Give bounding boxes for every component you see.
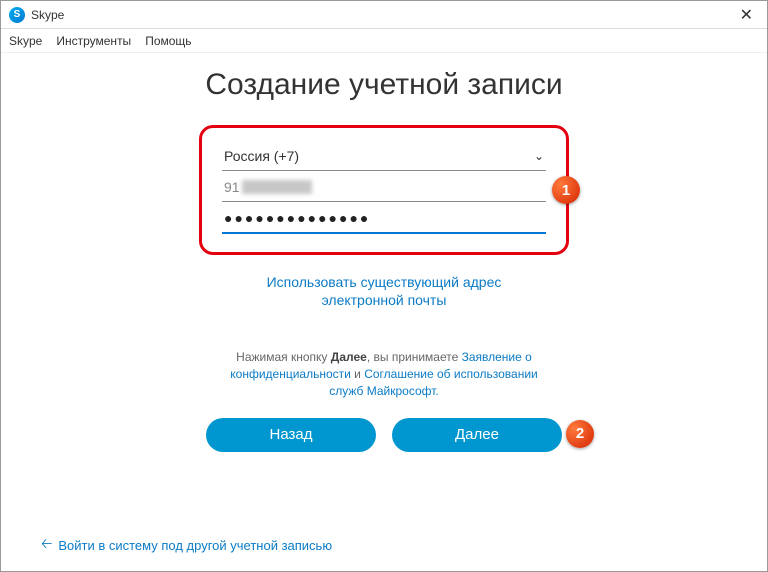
content-area: Создание учетной записи 1 Россия (+7) ⌄ … [1,53,767,571]
privacy-link[interactable]: Заявление о [462,350,532,364]
agreement-link[interactable]: Соглашение об использовании [364,367,538,381]
menu-skype[interactable]: Skype [9,34,42,48]
arrow-left-icon: 🡠 [41,533,52,557]
use-existing-email-link[interactable]: Использовать существующий адрес электрон… [267,273,502,309]
window-title: Skype [31,8,734,22]
menu-help[interactable]: Помощь [145,34,191,48]
button-row: Назад Далее 2 [206,418,562,452]
close-icon[interactable]: ✕ [734,5,759,25]
annotation-badge-2: 2 [566,420,594,448]
phone-input[interactable]: 91 [222,171,546,202]
switch-account-link[interactable]: 🡠 Войти в систему под другой учетной зап… [41,533,332,557]
country-code-value: Россия (+7) [224,148,299,164]
use-existing-email-line2: электронной почты [322,292,447,308]
app-window: S Skype ✕ Skype Инструменты Помощь Созда… [0,0,768,572]
terms-text: Нажимая кнопку Далее, вы принимаете Заяв… [230,349,537,399]
page-heading: Создание учетной записи [205,67,562,103]
switch-account-label: Войти в систему под другой учетной запис… [58,538,332,553]
privacy-link-cont[interactable]: конфиденциальности [230,367,351,381]
password-value-masked: ●●●●●●●●●●●●●● [224,210,370,226]
phone-value-obscured [242,180,312,194]
menu-tools[interactable]: Инструменты [56,34,131,48]
password-input[interactable]: ●●●●●●●●●●●●●● [222,202,546,234]
titlebar: S Skype ✕ [1,1,767,29]
signup-form-highlight: 1 Россия (+7) ⌄ 91 ●●●●●●●●●●●●●● [199,125,569,255]
next-button[interactable]: Далее [392,418,562,452]
country-code-select[interactable]: Россия (+7) ⌄ [222,140,546,171]
back-button[interactable]: Назад [206,418,376,452]
annotation-badge-1: 1 [552,176,580,204]
agreement-link-cont[interactable]: служб Майкрософт. [329,384,439,398]
menubar: Skype Инструменты Помощь [1,29,767,53]
chevron-down-icon: ⌄ [534,149,544,163]
use-existing-email-line1: Использовать существующий адрес [267,274,502,290]
phone-value-prefix: 91 [224,179,240,195]
skype-icon: S [9,7,25,23]
